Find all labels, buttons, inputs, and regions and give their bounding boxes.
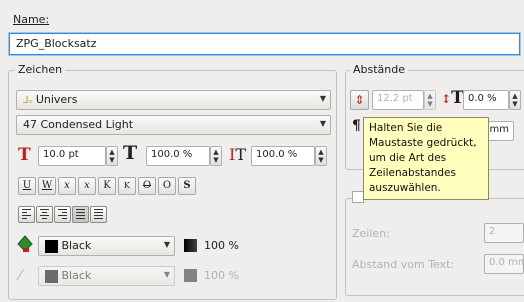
fill-shade-value[interactable]: 100 %: [204, 239, 239, 252]
align-forced-button[interactable]: [90, 206, 107, 223]
stroke-shade-value[interactable]: 100 %: [204, 269, 239, 282]
line-spacing-mode-button[interactable]: ⇕: [350, 90, 369, 110]
outline-button[interactable]: O: [158, 177, 176, 195]
font-size-stepper[interactable]: ▲ ▼: [106, 146, 118, 166]
alignment-buttons-row: [18, 206, 107, 223]
align-center-button[interactable]: [36, 206, 53, 223]
align-left-button[interactable]: [18, 206, 35, 223]
font-size-icon: T: [18, 145, 31, 165]
zeichen-group-title: Zeichen: [15, 63, 66, 76]
font-family-combo[interactable]: ⅃ₛ Univers ▼: [16, 90, 331, 110]
scale-vertical-icon: IT: [229, 145, 246, 164]
scale-horizontal-stepper[interactable]: ▲ ▼: [210, 146, 222, 166]
line-spacing-field[interactable]: 12.2 pt: [372, 90, 424, 110]
all-caps-button[interactable]: K: [98, 177, 116, 195]
small-caps-button[interactable]: K: [118, 177, 136, 195]
fill-color-swatch: [45, 239, 58, 253]
superscript-button[interactable]: x: [78, 177, 96, 195]
chevron-down-icon: ▼: [163, 240, 170, 249]
stroke-color-icon: ⁄: [19, 266, 22, 284]
fill-shade-swatch: [184, 239, 197, 252]
zeilen-label: Zeilen:: [352, 227, 390, 240]
zeilen-field[interactable]: 2: [484, 223, 524, 243]
name-label: Name:: [13, 13, 50, 26]
underline-button[interactable]: U: [18, 177, 36, 195]
fill-color-combo[interactable]: Black ▼: [38, 236, 175, 256]
abstaende-group-title: Abstände: [350, 63, 409, 76]
strikethrough-button[interactable]: O: [138, 177, 156, 195]
tracking-field[interactable]: 0.0 %: [463, 90, 509, 110]
shadow-button[interactable]: S: [178, 177, 196, 195]
scale-vertical-stepper[interactable]: ▲ ▼: [315, 146, 327, 166]
tracking-icon: ↕T: [441, 88, 464, 108]
font-size-field[interactable]: 10.0 pt: [38, 146, 106, 166]
align-right-button[interactable]: [54, 206, 71, 223]
abstand-field[interactable]: 0.0 mm: [484, 254, 524, 274]
subscript-button[interactable]: x: [58, 177, 76, 195]
style-buttons-row: U W x x K K O O S: [18, 177, 196, 195]
font-icon: ⅃ₛ: [23, 95, 33, 106]
chevron-down-icon: ▼: [319, 119, 326, 128]
scale-horizontal-icon: T: [123, 142, 138, 164]
chevron-down-icon: ▼: [319, 94, 326, 103]
line-spacing-stepper[interactable]: ▲ ▼: [424, 90, 436, 110]
line-spacing-tooltip: Halten Sie die Maustaste gedrückt, um di…: [363, 117, 489, 200]
scale-horizontal-field[interactable]: 100.0 %: [146, 146, 210, 166]
fill-color-icon: [17, 235, 33, 256]
font-style-combo[interactable]: 47 Condensed Light ▼: [16, 115, 331, 135]
initials-group: [345, 198, 524, 296]
stroke-shade-swatch: [184, 269, 197, 282]
chevron-down-icon: ▼: [163, 270, 170, 279]
underline-words-button[interactable]: W: [38, 177, 56, 195]
tracking-stepper[interactable]: ▲ ▼: [509, 90, 521, 110]
stroke-color-combo[interactable]: Black ▼: [38, 266, 175, 286]
align-justify-button[interactable]: [72, 206, 89, 223]
scale-vertical-field[interactable]: 100.0 %: [251, 146, 315, 166]
name-input[interactable]: ZPG_Blocksatz: [9, 33, 520, 55]
abstand-label: Abstand vom Text:: [352, 258, 455, 271]
stroke-color-swatch: [45, 269, 58, 283]
